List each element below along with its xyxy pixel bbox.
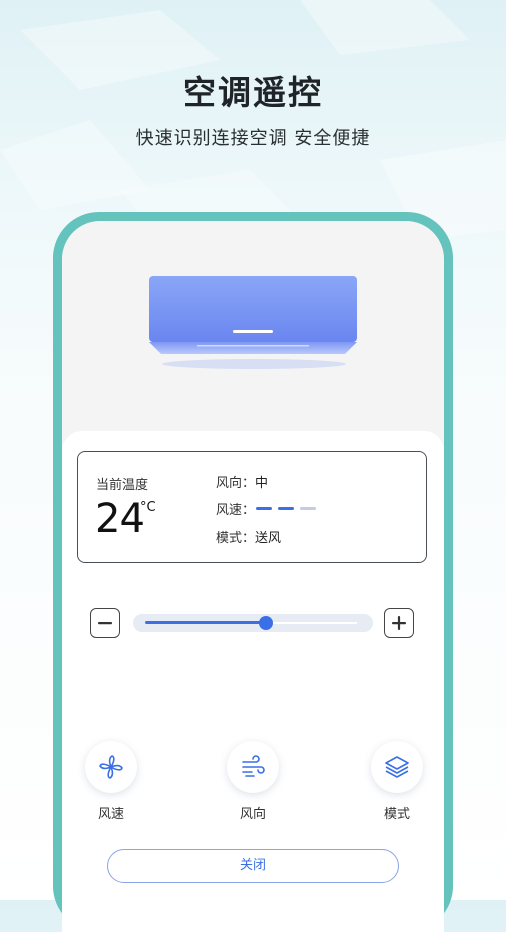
increase-button[interactable] bbox=[384, 608, 414, 638]
direction-label: 风向： bbox=[216, 476, 256, 491]
air-conditioner-image bbox=[149, 276, 357, 369]
slider-thumb[interactable] bbox=[258, 616, 273, 630]
mode-label: 模式： bbox=[216, 531, 256, 546]
speed-bar bbox=[300, 507, 316, 510]
wind-icon bbox=[242, 755, 265, 777]
status-card: 当前温度 24 °C 风向：中 风速： 模式：送风 bbox=[77, 451, 427, 563]
direction-row: 风向：中 bbox=[216, 472, 268, 491]
decrease-button[interactable] bbox=[90, 608, 120, 638]
temperature-slider-row bbox=[90, 608, 416, 642]
plus-icon bbox=[392, 616, 406, 630]
speed-bar bbox=[256, 507, 272, 510]
temperature-unit: °C bbox=[140, 500, 156, 515]
speed-indicator bbox=[256, 507, 318, 511]
speed-row: 风速： bbox=[216, 499, 255, 518]
temperature-slider[interactable] bbox=[133, 614, 373, 632]
page-subtitle: 快速识别连接空调 安全便捷 bbox=[135, 128, 371, 149]
current-temp-label: 当前温度 bbox=[96, 478, 149, 493]
phone-frame: 当前温度 24 °C 风向：中 风速： 模式：送风 风速 风向 模式 关闭 bbox=[53, 212, 453, 932]
mode-label-text: 模式 bbox=[383, 807, 410, 822]
layers-icon bbox=[385, 756, 409, 778]
minus-icon bbox=[98, 622, 112, 625]
phone-screen: 当前温度 24 °C 风向：中 风速： 模式：送风 风速 风向 模式 关闭 bbox=[62, 221, 444, 932]
speed-bar bbox=[278, 507, 294, 510]
speed-label: 风速： bbox=[216, 503, 256, 518]
wind-direction-control[interactable]: 风向 bbox=[223, 741, 283, 822]
mode-circle bbox=[371, 741, 423, 793]
mode-control[interactable]: 模式 bbox=[367, 741, 427, 822]
fan-icon bbox=[99, 755, 123, 779]
fan-speed-label: 风速 bbox=[97, 807, 124, 822]
fan-speed-circle bbox=[85, 741, 137, 793]
temperature-value: 24 bbox=[95, 496, 145, 542]
direction-value: 中 bbox=[255, 476, 269, 491]
slider-fill bbox=[145, 621, 266, 624]
fan-speed-control[interactable]: 风速 bbox=[81, 741, 141, 822]
wind-direction-circle bbox=[227, 741, 279, 793]
wind-direction-label: 风向 bbox=[239, 807, 266, 822]
mode-value: 送风 bbox=[255, 531, 282, 546]
page-title: 空调遥控 bbox=[183, 73, 323, 112]
close-button[interactable]: 关闭 bbox=[107, 849, 399, 883]
mode-row: 模式：送风 bbox=[216, 527, 281, 546]
